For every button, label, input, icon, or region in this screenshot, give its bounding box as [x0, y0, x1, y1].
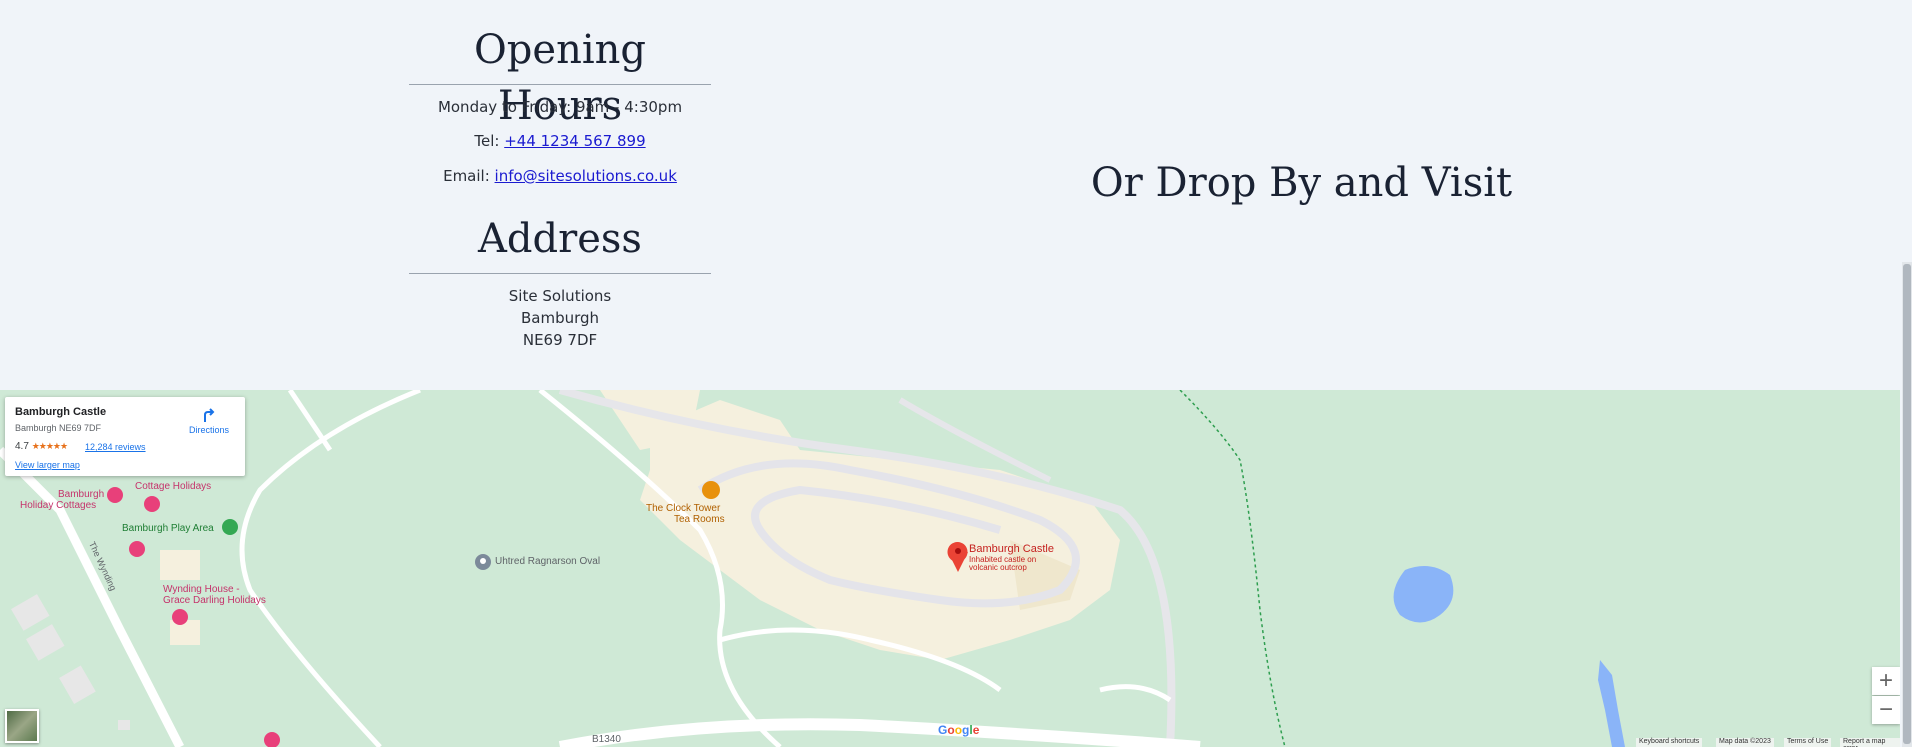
address-line-3: NE69 7DF: [522, 331, 598, 349]
map-label-holiday-cottages: Holiday Cottages: [20, 500, 97, 511]
report-map-error-link[interactable]: Report a map error: [1840, 738, 1900, 747]
satellite-toggle[interactable]: [5, 709, 39, 743]
directions-label: Directions: [188, 425, 229, 435]
email-label: Email:: [443, 167, 490, 185]
address-heading: Address: [478, 216, 642, 262]
map-label-oval: Uhtred Ragnarson Oval: [495, 556, 601, 567]
star-icon: ★★★★★: [31, 441, 68, 451]
hours-text: Monday to Friday: 9am - 4:30pm: [437, 98, 683, 116]
place-card: Bamburgh Castle Bamburgh NE69 7DF 4.7 ★★…: [5, 397, 245, 476]
map-label-wynding-house: Grace Darling Holidays: [163, 595, 266, 606]
map-data-attribution: Map data ©2023: [1716, 738, 1774, 747]
heading-divider: [409, 273, 711, 274]
keyboard-shortcuts-link[interactable]: Keyboard shortcuts: [1636, 738, 1703, 747]
email-link[interactable]: info@sitesolutions.co.uk: [495, 167, 677, 185]
directions-button[interactable]: Directions: [183, 407, 235, 435]
phone-link[interactable]: +44 1234 567 899: [504, 132, 645, 150]
phone-label: Tel:: [474, 132, 500, 150]
map-label-wynding-house: Wynding House -: [163, 584, 240, 595]
contact-section: Opening Hours Monday to Friday: 9am - 4:…: [0, 0, 1912, 390]
scrollbar-thumb[interactable]: [1903, 264, 1911, 744]
map-label-castle-description: volcanic outcrop: [969, 563, 1027, 572]
opening-hours-heading: Opening Hours: [474, 27, 646, 129]
map-label-play-area: Bamburgh Play Area: [122, 523, 214, 534]
address-line-2: Bamburgh: [520, 309, 600, 327]
heading-divider: [409, 84, 711, 85]
map-label-tea-rooms: Tea Rooms: [674, 514, 725, 525]
map-label-holiday-cottages: Bamburgh: [58, 489, 105, 500]
place-rating: 4.7 ★★★★★: [15, 441, 68, 452]
address-line-1: Site Solutions: [508, 287, 612, 305]
map-label-road: B1340: [592, 734, 621, 745]
map-canvas[interactable]: [0, 390, 1900, 747]
email-line: Email: info@sitesolutions.co.uk: [409, 167, 711, 185]
map-label-cottage-holidays: Cottage Holidays: [135, 481, 212, 492]
map-label-tea-rooms: The Clock Tower: [646, 503, 721, 514]
google-logo: Google: [938, 723, 980, 737]
reviews-link[interactable]: 12,284 reviews: [85, 442, 146, 452]
view-larger-map-link[interactable]: View larger map: [15, 460, 80, 470]
rating-value: 4.7: [15, 441, 29, 452]
zoom-out-button[interactable]: −: [1872, 696, 1900, 724]
map-label-castle[interactable]: Bamburgh Castle: [969, 543, 1054, 555]
zoom-in-button[interactable]: +: [1872, 667, 1900, 695]
embedded-map[interactable]: Bamburgh Holiday Cottages Cottage Holida…: [0, 390, 1900, 747]
phone-line: Tel: +44 1234 567 899: [409, 132, 711, 150]
directions-icon: [204, 408, 215, 422]
visit-heading: Or Drop By and Visit: [1090, 160, 1513, 206]
place-name: Bamburgh Castle: [15, 406, 107, 418]
terms-link[interactable]: Terms of Use: [1784, 738, 1832, 747]
place-address: Bamburgh NE69 7DF: [15, 423, 102, 433]
